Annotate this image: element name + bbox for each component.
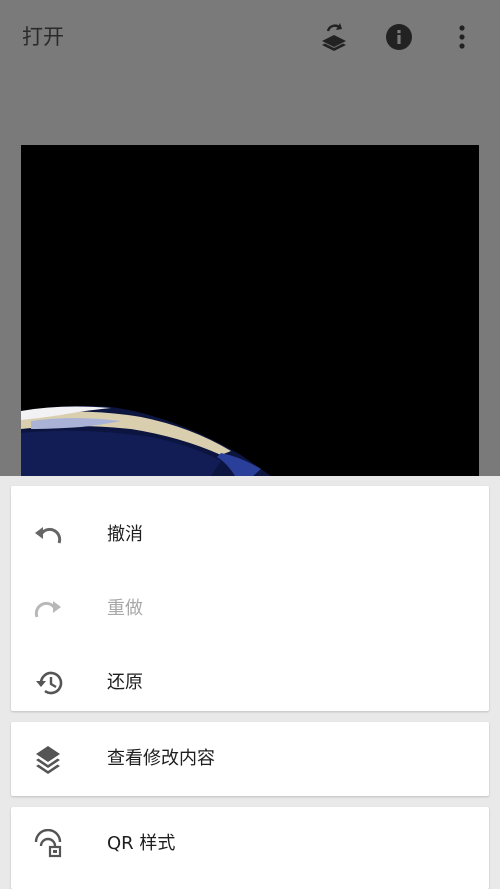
view-edits-card: 查看修改内容 [11,722,489,796]
info-icon[interactable] [384,22,414,52]
top-app-bar: 打开 [0,0,500,76]
qr-look-icon [33,829,63,859]
menu-item-revert[interactable]: 还原 [11,646,489,720]
looks-stack-icon[interactable] [319,22,349,52]
photo-preview-area [0,76,500,476]
photo-preview [21,145,479,476]
menu-item-qr-look[interactable]: QR 样式 [11,807,489,881]
menu-item-label: 重做 [107,598,143,619]
more-vert-icon[interactable] [447,22,477,52]
menu-item-redo[interactable]: 重做 [11,572,489,646]
menu-item-undo[interactable]: 撤消 [11,498,489,572]
qr-look-card: QR 样式 [11,807,489,889]
earth-horizon-image [21,145,479,476]
menu-item-label: 查看修改内容 [107,748,215,769]
redo-icon [33,594,63,624]
edit-actions-card: 撤消 重做 还原 [11,486,489,711]
bottom-sheet: 撤消 重做 还原 查看修改内容 QR 样式 [0,476,500,889]
menu-item-label: 撤消 [107,524,143,545]
menu-item-label: QR 样式 [107,833,176,854]
menu-item-view-edits[interactable]: 查看修改内容 [11,722,489,796]
history-icon [33,668,63,698]
page-title[interactable]: 打开 [22,22,64,52]
undo-icon [33,520,63,550]
menu-item-label: 还原 [107,672,143,693]
layers-icon [33,744,63,774]
